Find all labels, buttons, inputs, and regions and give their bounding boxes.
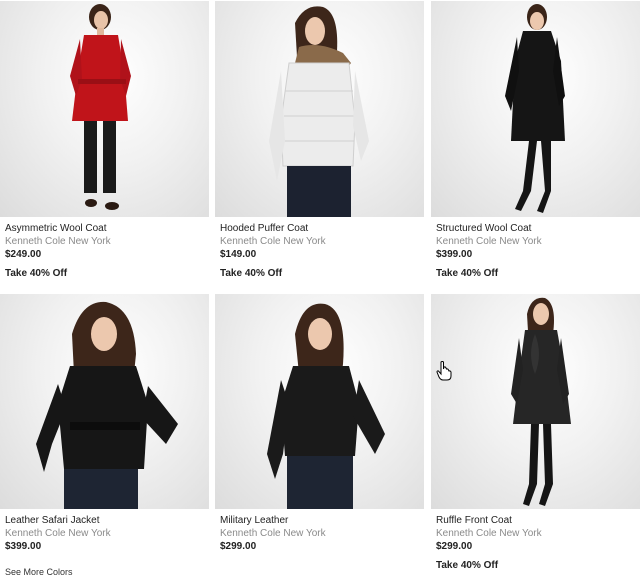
product-brand: Kenneth Cole New York (436, 236, 542, 247)
product-brand: Kenneth Cole New York (220, 528, 326, 539)
product-brand: Kenneth Cole New York (5, 528, 111, 539)
product-image[interactable] (431, 294, 640, 509)
product-name[interactable]: Ruffle Front Coat (436, 515, 640, 527)
product-image[interactable] (0, 294, 209, 509)
product-card-structured-wool-coat[interactable]: Structured Wool Coat Kenneth Cole New Yo… (431, 1, 640, 280)
promo-text: Take 40% Off (436, 268, 499, 279)
product-price: $299.00 (220, 541, 257, 552)
promo-text: Take 40% Off (436, 560, 499, 571)
product-grid: Asymmetric Wool Coat Kenneth Cole New Yo… (0, 0, 640, 577)
product-price: $149.00 (220, 249, 257, 260)
product-image[interactable] (215, 1, 424, 217)
product-brand: Kenneth Cole New York (5, 236, 111, 247)
product-name[interactable]: Structured Wool Coat (436, 223, 640, 235)
product-price: $399.00 (5, 541, 42, 552)
product-image[interactable] (215, 294, 424, 509)
product-name[interactable]: Military Leather (220, 515, 424, 527)
hand-pointer-icon (436, 361, 452, 381)
product-brand: Kenneth Cole New York (220, 236, 326, 247)
product-price: $299.00 (436, 541, 473, 552)
see-more-colors-link[interactable]: See More Colors (5, 566, 209, 577)
product-image[interactable] (0, 1, 209, 217)
product-card-asymmetric-wool-coat[interactable]: Asymmetric Wool Coat Kenneth Cole New Yo… (0, 1, 209, 280)
product-price: $399.00 (436, 249, 473, 260)
product-card-hooded-puffer-coat[interactable]: Hooded Puffer Coat Kenneth Cole New York… (215, 1, 424, 280)
product-brand: Kenneth Cole New York (436, 528, 542, 539)
promo-text: Take 40% Off (220, 268, 283, 279)
product-image[interactable] (431, 1, 640, 217)
product-name[interactable]: Hooded Puffer Coat (220, 223, 424, 235)
product-card-leather-safari-jacket[interactable]: Leather Safari Jacket Kenneth Cole New Y… (0, 294, 209, 577)
product-name[interactable]: Asymmetric Wool Coat (5, 223, 209, 235)
product-card-military-leather[interactable]: Military Leather Kenneth Cole New York $… (215, 294, 424, 553)
promo-text: Take 40% Off (5, 268, 68, 279)
product-name[interactable]: Leather Safari Jacket (5, 515, 209, 527)
product-price: $249.00 (5, 249, 42, 260)
product-card-ruffle-front-coat[interactable]: Ruffle Front Coat Kenneth Cole New York … (431, 294, 640, 572)
